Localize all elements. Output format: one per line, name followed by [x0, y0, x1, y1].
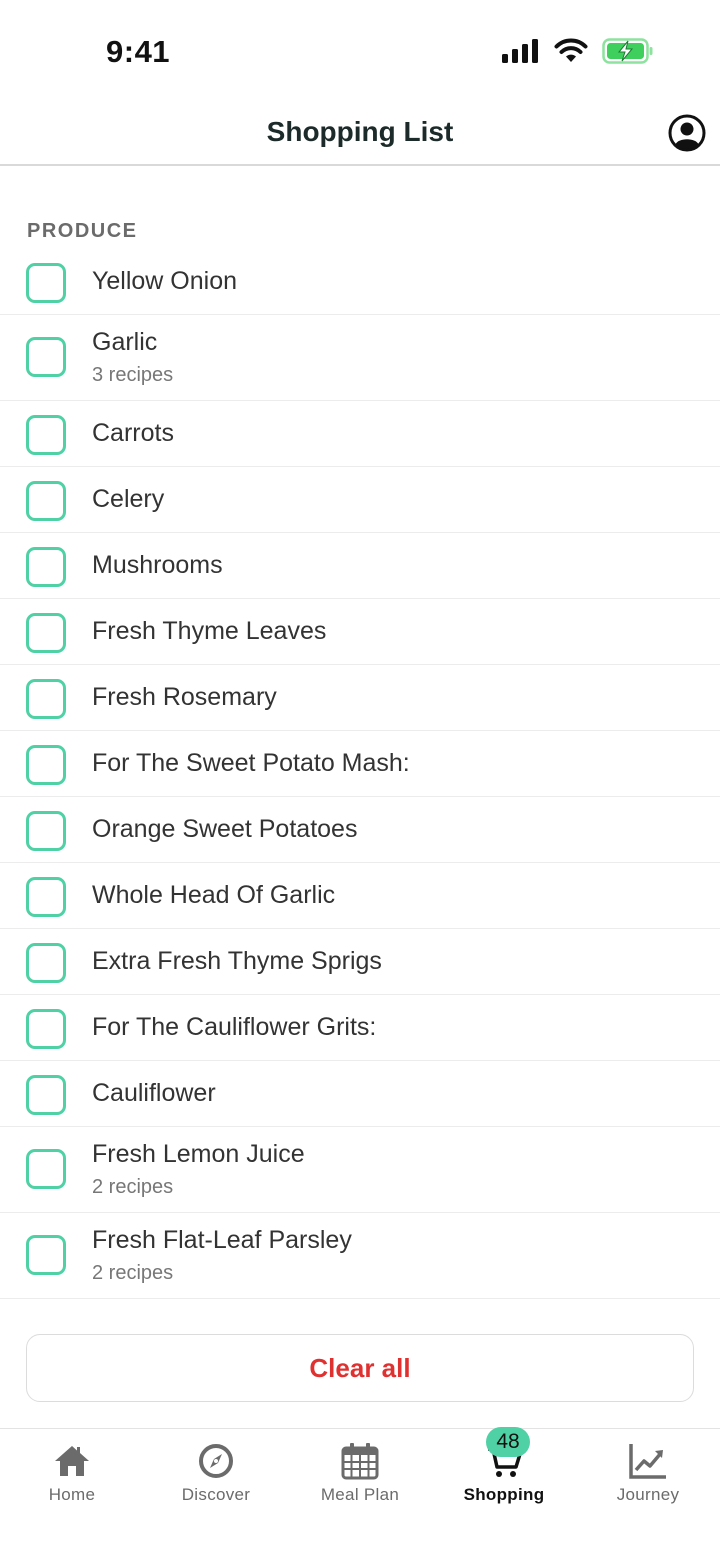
tab-meal-plan[interactable]: Meal Plan — [288, 1429, 432, 1529]
tab-home[interactable]: Home — [0, 1429, 144, 1529]
wifi-icon — [554, 38, 588, 62]
item-name: Garlic — [92, 328, 158, 356]
list-item[interactable]: Carrots — [0, 401, 720, 467]
tab-meal-plan-label: Meal Plan — [320, 1485, 400, 1504]
clear-all-label: Clear all — [309, 1352, 411, 1383]
home-icon — [55, 1446, 89, 1476]
tab-discover-label: Discover — [181, 1485, 251, 1504]
item-checkbox[interactable] — [26, 263, 66, 303]
list-item[interactable]: Orange Sweet Potatoes — [0, 797, 720, 863]
item-name: For The Cauliflower Grits: — [92, 1013, 377, 1041]
item-checkbox[interactable] — [26, 1149, 66, 1189]
page-title: Shopping List — [266, 116, 454, 147]
tab-shopping-label: Shopping — [463, 1485, 545, 1504]
shopping-list: Yellow Onion Garlic 3 recipes Carrots Celery… — [0, 249, 720, 1299]
status-icons — [502, 38, 654, 64]
clear-all-area: Clear all — [0, 1308, 720, 1428]
item-checkbox[interactable] — [26, 943, 66, 983]
battery-charging-icon — [602, 38, 653, 64]
item-name: Orange Sweet Potatoes — [92, 815, 358, 843]
item-name: Extra Fresh Thyme Sprigs — [92, 947, 382, 975]
item-checkbox[interactable] — [26, 547, 66, 587]
item-checkbox[interactable] — [26, 1009, 66, 1049]
status-bar: 9:41 — [0, 0, 720, 100]
item-checkbox[interactable] — [26, 337, 66, 377]
item-name: Fresh Lemon Juice — [92, 1140, 305, 1168]
item-name: Whole Head Of Garlic — [92, 881, 336, 909]
list-item[interactable]: For The Cauliflower Grits: — [0, 995, 720, 1061]
tab-journey-label: Journey — [616, 1485, 680, 1504]
list-item[interactable]: For The Sweet Potato Mash: — [0, 731, 720, 797]
list-item[interactable]: Garlic 3 recipes — [0, 315, 720, 401]
item-checkbox[interactable] — [26, 481, 66, 521]
tab-discover[interactable]: Discover — [144, 1429, 288, 1529]
tab-journey[interactable]: Journey — [576, 1429, 720, 1529]
item-checkbox[interactable] — [26, 811, 66, 851]
status-time: 9:41 — [106, 34, 171, 69]
item-name: Carrots — [92, 419, 174, 447]
compass-icon — [199, 1444, 233, 1478]
list-item[interactable]: Cauliflower — [0, 1061, 720, 1127]
list-item[interactable]: Yellow Onion — [0, 249, 720, 315]
list-item[interactable]: Fresh Rosemary — [0, 665, 720, 731]
item-recipe-count: 2 recipes — [92, 1262, 174, 1284]
item-name: Celery — [92, 485, 165, 513]
shopping-list-content[interactable]: PRODUCE Yellow Onion Garlic 3 recipes Carro… — [0, 166, 720, 1308]
tab-home-label: Home — [48, 1485, 96, 1504]
list-item[interactable]: Fresh Thyme Leaves — [0, 599, 720, 665]
cellular-signal-icon — [502, 39, 538, 63]
item-name: Fresh Flat-Leaf Parsley — [92, 1226, 352, 1254]
list-item[interactable]: Fresh Flat-Leaf Parsley 2 recipes — [0, 1213, 720, 1299]
item-checkbox[interactable] — [26, 1235, 66, 1275]
item-name: Fresh Rosemary — [92, 683, 277, 711]
tab-shopping[interactable]: 48 Shopping — [432, 1427, 576, 1529]
profile-button[interactable] — [668, 114, 706, 152]
section-label-produce: PRODUCE — [27, 220, 138, 242]
item-checkbox[interactable] — [26, 745, 66, 785]
shopping-count-badge: 48 — [486, 1427, 530, 1457]
item-checkbox[interactable] — [26, 679, 66, 719]
item-name: Yellow Onion — [92, 267, 238, 295]
chart-icon — [629, 1444, 666, 1479]
item-checkbox[interactable] — [26, 1075, 66, 1115]
item-checkbox[interactable] — [26, 415, 66, 455]
list-item[interactable]: Whole Head Of Garlic — [0, 863, 720, 929]
tab-bar: Home Discover Meal Plan 48 Shopping Jour… — [0, 1427, 720, 1564]
list-item[interactable]: Fresh Lemon Juice 2 recipes — [0, 1127, 720, 1213]
header: Shopping List — [0, 100, 720, 166]
clear-all-button[interactable]: Clear all — [26, 1334, 694, 1402]
user-profile-icon — [668, 114, 706, 152]
item-name: For The Sweet Potato Mash: — [92, 749, 410, 777]
calendar-icon — [341, 1443, 379, 1480]
item-name: Fresh Thyme Leaves — [92, 617, 327, 645]
item-checkbox[interactable] — [26, 877, 66, 917]
item-name: Cauliflower — [92, 1079, 216, 1107]
item-recipe-count: 2 recipes — [92, 1176, 174, 1198]
list-item[interactable]: Mushrooms — [0, 533, 720, 599]
item-recipe-count: 3 recipes — [92, 364, 174, 386]
item-name: Mushrooms — [92, 551, 223, 579]
list-item[interactable]: Celery — [0, 467, 720, 533]
list-item[interactable]: Extra Fresh Thyme Sprigs — [0, 929, 720, 995]
item-checkbox[interactable] — [26, 613, 66, 653]
